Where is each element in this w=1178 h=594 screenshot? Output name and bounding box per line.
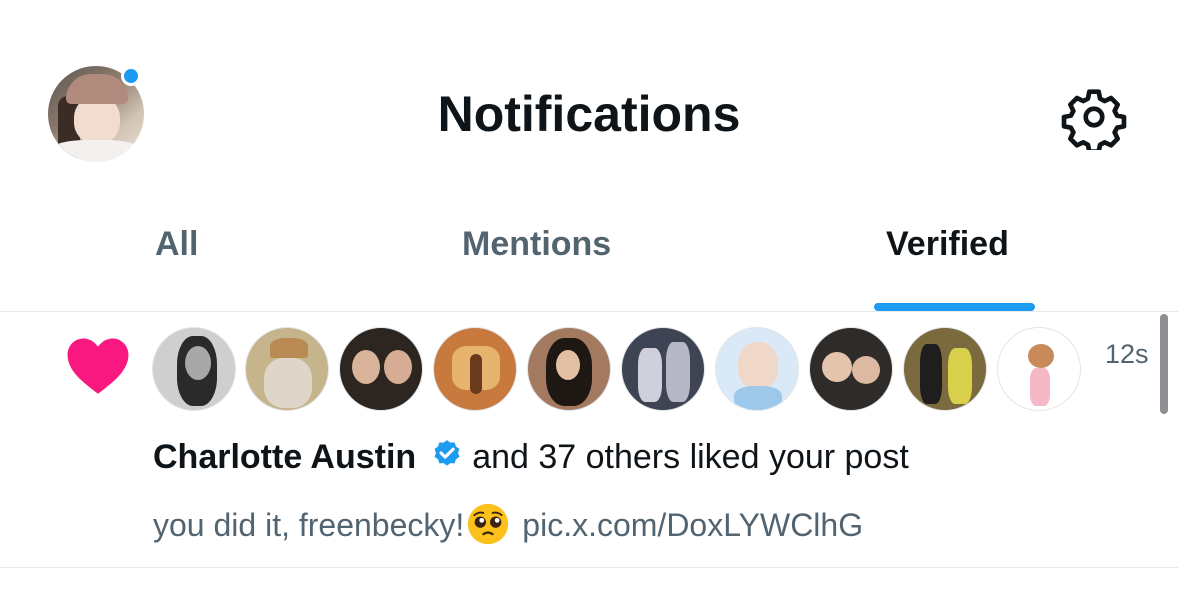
divider [0, 567, 1178, 568]
verified-badge-icon [434, 440, 460, 466]
online-status-dot [121, 66, 141, 86]
liker-avatar[interactable] [152, 327, 236, 411]
tab-mentions[interactable]: Mentions [462, 224, 611, 264]
selected-tab-indicator [874, 303, 1035, 311]
scrollbar[interactable] [1160, 314, 1168, 414]
liker-avatar[interactable] [433, 327, 517, 411]
liker-avatar[interactable] [527, 327, 611, 411]
liker-avatar[interactable] [339, 327, 423, 411]
tab-verified[interactable]: Verified [886, 224, 1009, 264]
page-title: Notifications [437, 86, 741, 142]
notification-text: and 37 others liked your post [472, 438, 909, 476]
gear-icon[interactable] [1058, 84, 1130, 150]
liker-avatar[interactable] [621, 327, 705, 411]
post-preview[interactable]: you did it, freenbecky! pic.x.com/DoxLYW… [153, 502, 863, 547]
liker-avatar[interactable] [809, 327, 893, 411]
liker-avatar[interactable] [715, 327, 799, 411]
liker-avatars [152, 327, 1092, 413]
liker-avatar[interactable] [997, 327, 1081, 411]
tab-all[interactable]: All [155, 224, 198, 264]
post-text: you did it, freenbecky! [153, 507, 465, 543]
heart-icon [67, 338, 129, 394]
top-bar: Notifications [0, 0, 1178, 190]
liker-avatar[interactable] [903, 327, 987, 411]
pleading-face-icon [468, 503, 509, 545]
liker-avatar[interactable] [245, 327, 329, 411]
notification-timestamp: 12s [1105, 339, 1149, 369]
post-link[interactable]: pic.x.com/DoxLYWClhG [522, 507, 863, 543]
notification-item[interactable]: 12s Charlotte Austin and 37 others liked… [0, 312, 1178, 567]
notification-tabs: All Mentions Verified [0, 190, 1178, 312]
notification-summary: Charlotte Austin and 37 others liked you… [153, 436, 909, 478]
liker-name[interactable]: Charlotte Austin [153, 438, 416, 476]
